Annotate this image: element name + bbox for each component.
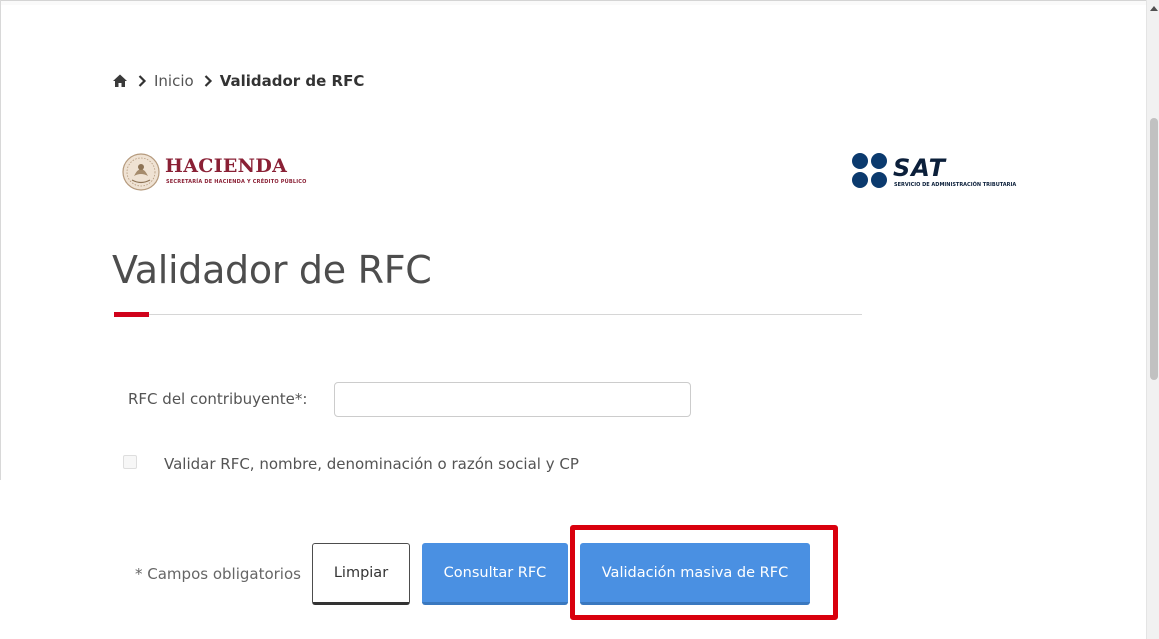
hacienda-logo: HACIENDA SECRETARÍA DE HACIENDA Y CRÉDIT… <box>122 152 307 192</box>
required-fields-note: * Campos obligatorios <box>135 565 301 583</box>
hacienda-subtitle: SECRETARÍA DE HACIENDA Y CRÉDITO PÚBLICO <box>166 179 307 185</box>
scroll-up-arrow-icon[interactable] <box>1150 6 1158 11</box>
sat-wordmark: SAT <box>893 154 946 182</box>
top-edge <box>0 0 1146 5</box>
query-rfc-button[interactable]: Consultar RFC <box>422 543 568 605</box>
title-divider <box>114 314 862 315</box>
home-icon[interactable] <box>112 73 128 89</box>
breadcrumb-inicio-link[interactable]: Inicio <box>154 72 194 90</box>
validate-full-checkbox-label[interactable]: Validar RFC, nombre, denominación o razó… <box>164 455 579 473</box>
chevron-right-icon <box>137 74 147 88</box>
validate-full-checkbox[interactable] <box>123 455 137 469</box>
left-edge <box>0 0 1 480</box>
title-accent-bar <box>114 312 149 317</box>
browser-viewport: Inicio Validador de RFC HACIENDA SECRETA… <box>0 0 1159 639</box>
vertical-scrollbar[interactable] <box>1146 0 1159 639</box>
mass-validation-button[interactable]: Validación masiva de RFC <box>580 543 810 605</box>
page-title: Validador de RFC <box>112 248 432 292</box>
chevron-right-icon <box>203 74 213 88</box>
breadcrumb-current: Validador de RFC <box>219 72 365 90</box>
sat-dots-icon <box>852 153 887 188</box>
sat-subtitle: SERVICIO DE ADMINISTRACIÓN TRIBUTARIA <box>894 182 1017 188</box>
sat-logo: SAT SERVICIO DE ADMINISTRACIÓN TRIBUTARI… <box>851 152 1031 192</box>
hacienda-wordmark: HACIENDA <box>165 155 288 177</box>
breadcrumb: Inicio Validador de RFC <box>112 70 364 92</box>
scroll-thumb[interactable] <box>1150 118 1158 380</box>
mexican-seal-icon <box>122 153 160 191</box>
rfc-label: RFC del contribuyente*: <box>128 390 308 408</box>
rfc-input[interactable] <box>334 382 691 417</box>
clear-button[interactable]: Limpiar <box>312 543 410 605</box>
